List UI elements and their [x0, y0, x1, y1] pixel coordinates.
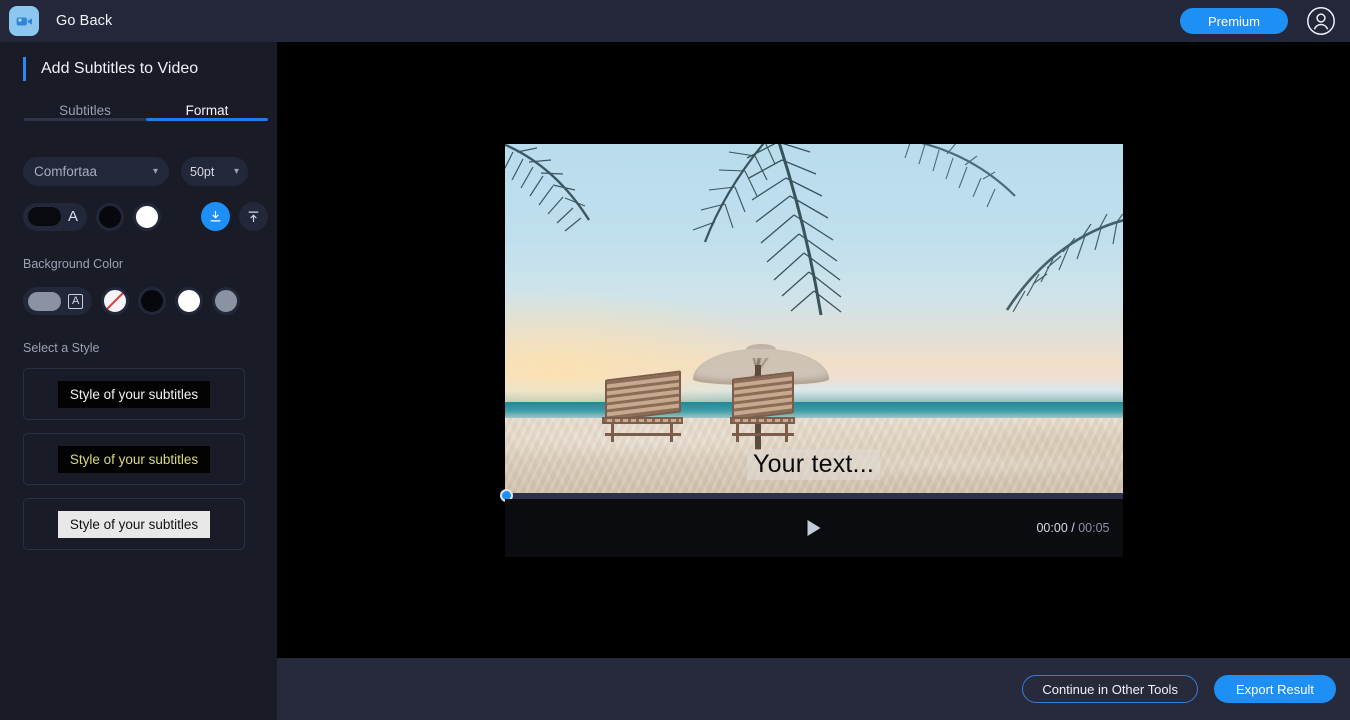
panel-title-row: Add Subtitles to Video [0, 57, 277, 81]
chair-back [604, 369, 681, 422]
tab-subtitles[interactable]: Subtitles [24, 103, 146, 132]
chevron-down-icon: ▾ [152, 166, 158, 177]
total-time: 00:05 [1078, 520, 1110, 535]
user-avatar-icon[interactable] [1306, 6, 1336, 36]
chair-back [731, 370, 794, 421]
premium-button[interactable]: Premium [1180, 8, 1288, 34]
continue-in-other-tools-button[interactable]: Continue in Other Tools [1022, 675, 1198, 703]
align-top-button[interactable] [239, 202, 269, 231]
text-color-letter: A [68, 208, 79, 225]
style-option-3[interactable]: Style of your subtitles [23, 498, 245, 550]
time-separator: / [1071, 520, 1075, 535]
lounge-chair-right [729, 370, 796, 443]
font-family-select[interactable]: Comfortaa ▾ [23, 157, 169, 186]
header-actions: Premium [1180, 6, 1350, 36]
subtitle-text: Your text... [747, 448, 880, 480]
style-option-1-preview: Style of your subtitles [57, 380, 211, 408]
chair-rail [731, 432, 794, 436]
top-header: Go Back Premium [0, 0, 1350, 42]
font-size-value: 50pt [190, 164, 215, 179]
text-swatch-white[interactable] [133, 202, 162, 231]
style-option-3-preview: Style of your subtitles [57, 510, 211, 538]
ocean-band [504, 402, 1123, 419]
video-camera-icon[interactable] [9, 6, 39, 36]
current-time: 00:00 [1036, 520, 1068, 535]
video-frame[interactable]: Your text... [504, 143, 1123, 496]
text-swatch-black[interactable] [96, 202, 125, 231]
select-style-label: Select a Style [23, 341, 100, 355]
bg-swatch-black[interactable] [138, 287, 167, 315]
left-sidebar: Add Subtitles to Video Subtitles Format … [0, 42, 277, 720]
font-controls-row: Comfortaa ▾ 50pt ▾ [23, 157, 277, 186]
tab-format[interactable]: Format [146, 103, 268, 132]
chair-rail [604, 432, 681, 436]
subtitle-overlay[interactable]: Your text... [505, 448, 1123, 480]
palm-frond-icon [1005, 213, 1123, 312]
background-color-chip [28, 291, 61, 311]
page-title: Add Subtitles to Video [41, 60, 199, 77]
tab-format-label: Format [185, 103, 229, 118]
export-result-button[interactable]: Export Result [1213, 675, 1336, 703]
chevron-down-icon: ▾ [233, 166, 239, 177]
preview-canvas: Your text... 00:00 / 00:05 [277, 42, 1350, 658]
tab-bar: Subtitles Format [24, 103, 268, 132]
player-controls: 00:00 / 00:05 [504, 498, 1123, 557]
tab-subtitles-underline [24, 118, 146, 121]
background-color-row: A [23, 287, 277, 315]
tab-format-underline [146, 118, 268, 121]
background-color-picker[interactable]: A [23, 287, 93, 315]
bg-swatch-gray[interactable] [212, 287, 241, 315]
background-color-letter: A [68, 293, 84, 309]
text-color-chip [28, 207, 61, 226]
style-option-1[interactable]: Style of your subtitles [23, 368, 245, 420]
video-player: Your text... 00:00 / 00:05 [499, 143, 1123, 557]
time-display: 00:00 / 00:05 [1036, 521, 1109, 535]
background-color-label: Background Color [23, 257, 124, 271]
font-family-value: Comfortaa [34, 164, 98, 179]
font-size-select[interactable]: 50pt ▾ [181, 157, 248, 186]
bottom-action-bar: Continue in Other Tools Export Result [277, 658, 1350, 720]
go-back-link[interactable]: Go Back [56, 13, 112, 29]
align-bottom-button[interactable] [201, 202, 231, 231]
app-root: Go Back Premium Add Subtitles to Video S… [0, 0, 1350, 720]
style-option-2-preview: Style of your subtitles [57, 445, 211, 473]
text-color-picker[interactable]: A [23, 202, 88, 231]
tab-subtitles-label: Subtitles [59, 103, 111, 118]
bg-swatch-white[interactable] [175, 287, 204, 315]
play-icon[interactable] [807, 519, 820, 536]
lounge-chair-left [602, 369, 683, 443]
bg-swatch-transparent[interactable] [101, 287, 130, 315]
title-accent-bar [23, 57, 26, 81]
style-option-2[interactable]: Style of your subtitles [23, 433, 245, 485]
text-color-row: A [23, 202, 277, 231]
